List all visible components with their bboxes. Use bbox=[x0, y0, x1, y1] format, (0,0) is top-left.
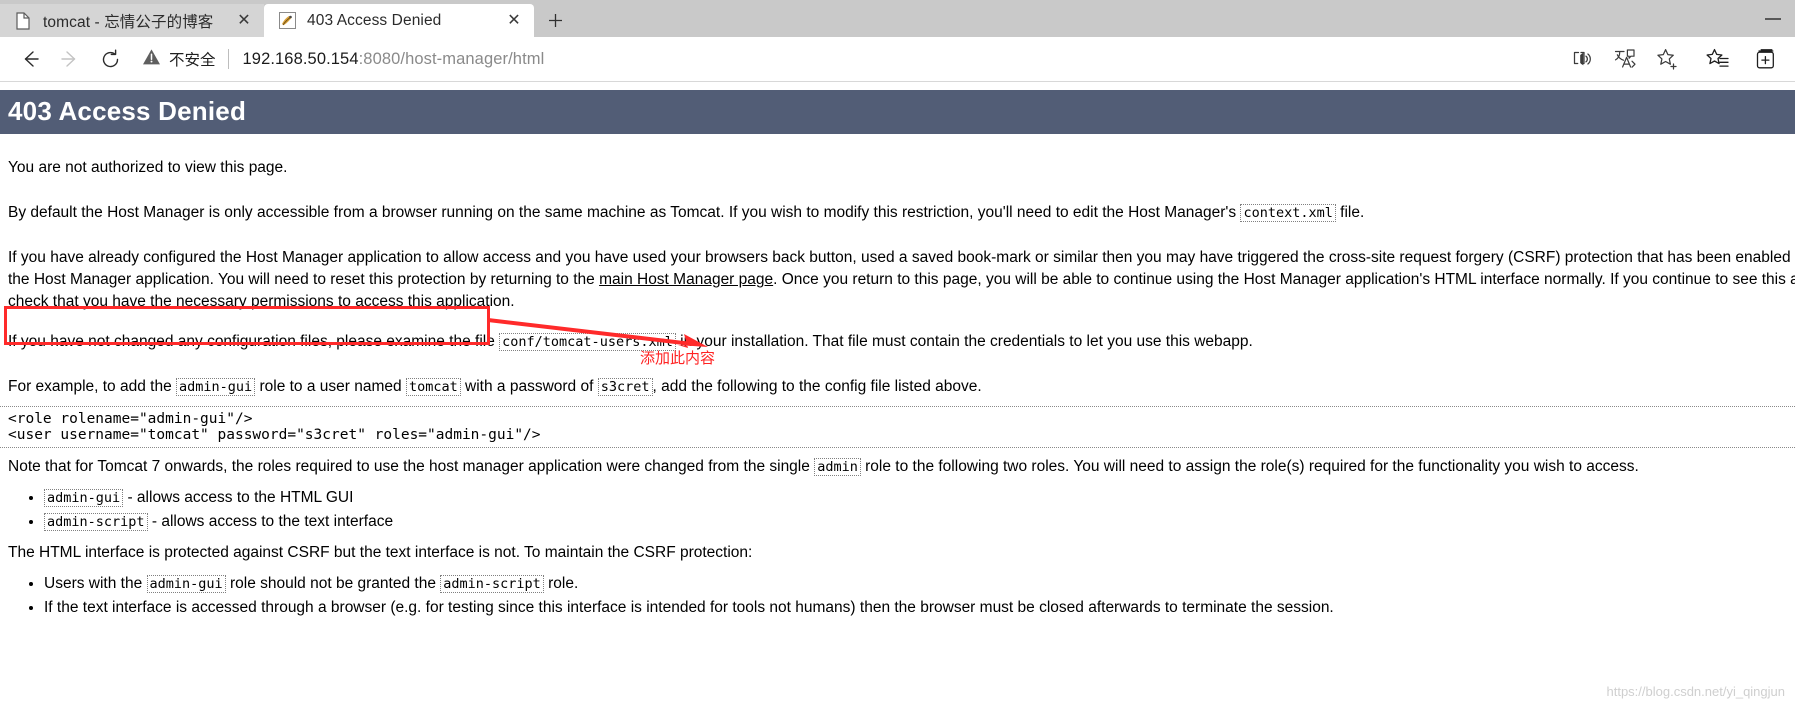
code-admin: admin bbox=[814, 458, 861, 476]
tab-close-button[interactable]: ✕ bbox=[502, 9, 526, 33]
favorites-list-icon[interactable] bbox=[1697, 41, 1737, 77]
code-role-name: admin-script bbox=[44, 513, 148, 531]
tomcat-icon bbox=[278, 12, 296, 30]
window-controls bbox=[1750, 0, 1795, 37]
tab-title: tomcat - 忘情公子的博客 bbox=[43, 13, 214, 31]
collections-icon[interactable] bbox=[1745, 41, 1785, 77]
code-line-role: <role rolename="admin-gui"/> bbox=[8, 411, 253, 427]
minimize-button[interactable] bbox=[1750, 4, 1795, 34]
paragraph-text-a: For example, to add the bbox=[8, 378, 177, 395]
omnibox-actions bbox=[1563, 41, 1687, 77]
paragraph-text-b: role to the following two roles. You wil… bbox=[860, 458, 1639, 475]
paragraph-csrf: If you have already configured the Host … bbox=[0, 247, 1795, 313]
code-s3cret: s3cret bbox=[597, 378, 653, 396]
paragraph-text: The HTML interface is protected against … bbox=[8, 544, 753, 561]
document-icon bbox=[14, 11, 32, 30]
plus-icon bbox=[548, 14, 562, 27]
browser-tab-inactive[interactable]: tomcat - 忘情公子的博客 ✕ bbox=[0, 4, 264, 37]
tab-close-button[interactable]: ✕ bbox=[232, 9, 256, 33]
list-item-text: - allows access to the HTML GUI bbox=[123, 489, 354, 506]
code-context-xml: context.xml bbox=[1240, 204, 1336, 222]
list-item: If the text interface is accessed throug… bbox=[44, 596, 1795, 619]
tab-strip: tomcat - 忘情公子的博客 ✕ 403 Access Denied ✕ bbox=[0, 0, 1795, 37]
list-item: admin-gui - allows access to the HTML GU… bbox=[44, 486, 1795, 510]
url-bar[interactable]: 不安全 192.168.50.154:8080/host-manager/htm… bbox=[142, 42, 1553, 76]
code-admin-gui: admin-gui bbox=[176, 378, 256, 396]
code-admin-script: admin-script bbox=[440, 575, 544, 593]
paragraph-tomcat7-roles: Note that for Tomcat 7 onwards, the role… bbox=[0, 456, 1795, 478]
url-host: 192.168.50.154 bbox=[242, 49, 359, 68]
paragraph-csrf-protection: The HTML interface is protected against … bbox=[0, 542, 1795, 564]
new-tab-button[interactable] bbox=[538, 4, 572, 37]
address-bar: 不安全 192.168.50.154:8080/host-manager/htm… bbox=[0, 37, 1795, 82]
security-label: 不安全 bbox=[169, 52, 216, 69]
list-item-text-a: Users with the bbox=[44, 575, 147, 592]
paragraph-unauthorized: You are not authorized to view this page… bbox=[0, 157, 1795, 179]
code-admin-gui: admin-gui bbox=[146, 575, 226, 593]
url-text: 192.168.50.154:8080/host-manager/html bbox=[243, 50, 545, 69]
list-item-text-a: If the text interface is accessed throug… bbox=[44, 599, 1334, 616]
roles-list: admin-gui - allows access to the HTML GU… bbox=[0, 486, 1795, 534]
list-item-text-b: role should not be granted the bbox=[225, 575, 441, 592]
code-role-name: admin-gui bbox=[44, 489, 124, 507]
paragraph-example: For example, to add the admin-gui role t… bbox=[0, 376, 1795, 398]
page-title: 403 Access Denied bbox=[0, 90, 1795, 134]
csrf-list: Users with the admin-gui role should not… bbox=[0, 572, 1795, 619]
paragraph-text-a: If you have not changed any configuratio… bbox=[8, 333, 500, 350]
forward-button[interactable] bbox=[50, 41, 90, 77]
code-block-tomcat-users: <role rolename="admin-gui"/> <user usern… bbox=[0, 406, 1795, 448]
list-item: Users with the admin-gui role should not… bbox=[44, 572, 1795, 596]
url-separator bbox=[227, 49, 229, 69]
paragraph-text-d: , add the following to the config file l… bbox=[652, 378, 982, 395]
code-tomcat-user: tomcat bbox=[405, 378, 461, 396]
translate-icon[interactable] bbox=[1605, 41, 1645, 77]
site-security-info[interactable]: 不安全 bbox=[142, 48, 228, 71]
paragraph-default-access: By default the Host Manager is only acce… bbox=[0, 202, 1795, 224]
paragraph-text-b: role to a user named bbox=[255, 378, 406, 395]
paragraph-text-b: file. bbox=[1335, 204, 1365, 221]
tab-title: 403 Access Denied bbox=[307, 11, 442, 29]
read-aloud-icon[interactable] bbox=[1563, 41, 1603, 77]
browser-toolbar bbox=[1687, 41, 1785, 77]
refresh-button[interactable] bbox=[90, 41, 130, 77]
paragraph-text-a: Note that for Tomcat 7 onwards, the role… bbox=[8, 458, 815, 475]
url-path: :8080/host-manager/html bbox=[358, 49, 545, 68]
paragraph-text-a: By default the Host Manager is only acce… bbox=[8, 204, 1241, 221]
list-item-text-c: role. bbox=[543, 575, 579, 592]
paragraph-text: You are not authorized to view this page… bbox=[8, 159, 288, 176]
add-favorite-icon[interactable] bbox=[1647, 41, 1687, 77]
back-button[interactable] bbox=[10, 41, 50, 77]
warning-triangle-icon bbox=[142, 48, 161, 71]
paragraph-text-b: in your installation. That file must con… bbox=[675, 333, 1253, 350]
list-item-text: - allows access to the text interface bbox=[147, 513, 394, 530]
annotation-label: 添加此内容 bbox=[640, 349, 716, 367]
paragraph-config-files: If you have not changed any configuratio… bbox=[0, 331, 1795, 353]
browser-window: tomcat - 忘情公子的博客 ✕ 403 Access Denied ✕ 不… bbox=[0, 0, 1795, 704]
main-host-manager-link[interactable]: main Host Manager page bbox=[599, 271, 773, 288]
code-line-user: <user username="tomcat" password="s3cret… bbox=[8, 427, 541, 443]
list-item: admin-script - allows access to the text… bbox=[44, 510, 1795, 534]
page-content: 403 Access Denied You are not authorized… bbox=[0, 82, 1795, 703]
watermark: https://blog.csdn.net/yi_qingjun bbox=[1606, 684, 1785, 699]
browser-tab-active[interactable]: 403 Access Denied ✕ bbox=[264, 4, 534, 37]
paragraph-text-c: with a password of bbox=[460, 378, 598, 395]
